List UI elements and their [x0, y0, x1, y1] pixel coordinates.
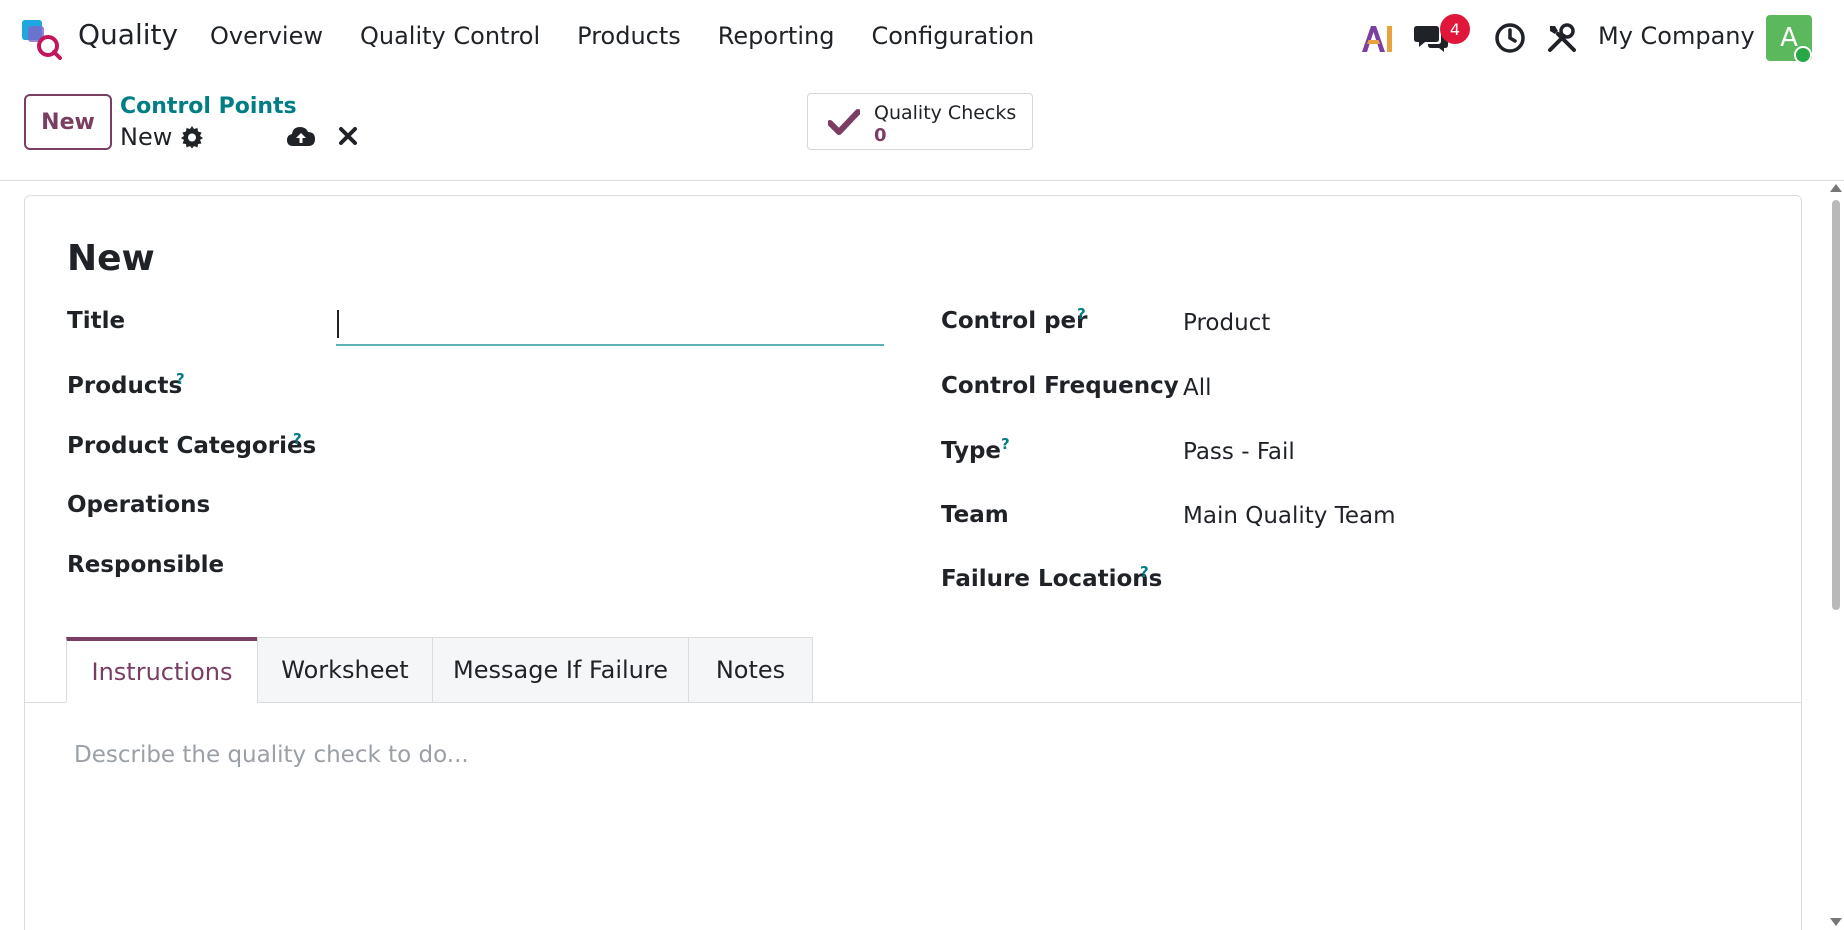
failure-locations-help-icon[interactable]: ?: [1140, 563, 1149, 581]
scroll-down-arrow-icon[interactable]: [1830, 918, 1842, 926]
ai-icon[interactable]: [1360, 22, 1394, 54]
operations-label: Operations: [67, 492, 211, 518]
title-input[interactable]: [336, 306, 884, 346]
cloud-upload-icon[interactable]: [286, 124, 316, 148]
menu-overview[interactable]: Overview: [210, 22, 323, 50]
responsible-label: Responsible: [67, 552, 225, 578]
tab-worksheet[interactable]: Worksheet: [257, 637, 433, 703]
menu-quality-control[interactable]: Quality Control: [360, 22, 540, 50]
menu-configuration[interactable]: Configuration: [871, 22, 1034, 50]
smart-button-value: 0: [874, 125, 887, 146]
control-frequency-select[interactable]: All: [1183, 375, 1212, 401]
new-button[interactable]: New: [24, 94, 112, 150]
smart-button-label: Quality Checks: [874, 102, 1017, 124]
team-select[interactable]: Main Quality Team: [1183, 503, 1396, 529]
products-label: Products: [67, 373, 183, 399]
scrollbar-thumb[interactable]: [1832, 200, 1840, 610]
text-cursor: [337, 310, 339, 338]
type-help-icon[interactable]: ?: [1001, 435, 1010, 453]
record-title: New: [67, 238, 155, 279]
close-icon[interactable]: [336, 124, 360, 148]
scroll-up-arrow-icon[interactable]: [1830, 184, 1842, 192]
control-per-select[interactable]: Product: [1183, 310, 1270, 336]
type-select[interactable]: Pass - Fail: [1183, 439, 1295, 465]
online-status-dot: [1794, 46, 1812, 64]
tools-icon[interactable]: [1546, 22, 1578, 54]
company-switcher[interactable]: My Company: [1598, 22, 1755, 50]
tab-instructions[interactable]: Instructions: [66, 637, 258, 703]
product-categories-help-icon[interactable]: ?: [293, 430, 302, 448]
main-menu: Overview Quality Control Products Report…: [210, 22, 1071, 50]
clock-icon[interactable]: [1494, 22, 1526, 54]
app-logo-icon[interactable]: [22, 20, 62, 60]
quality-checks-smart-button[interactable]: Quality Checks 0: [807, 93, 1033, 150]
app-name[interactable]: Quality: [78, 18, 178, 51]
menu-products[interactable]: Products: [577, 22, 681, 50]
top-navbar: Quality Overview Quality Control Product…: [0, 0, 1844, 78]
type-label: Type: [941, 438, 1002, 464]
control-per-help-icon[interactable]: ?: [1077, 305, 1086, 323]
products-help-icon[interactable]: ?: [176, 370, 185, 388]
checkmark-icon: [828, 109, 860, 135]
product-categories-label: Product Categories: [67, 433, 317, 459]
menu-reporting[interactable]: Reporting: [718, 22, 835, 50]
breadcrumb-control-points[interactable]: Control Points: [120, 94, 297, 119]
breadcrumb-current: New: [120, 123, 173, 151]
instructions-editor[interactable]: Describe the quality check to do...: [74, 742, 469, 768]
title-label: Title: [67, 308, 126, 334]
team-label: Team: [941, 502, 1009, 528]
chat-badge: 4: [1440, 14, 1470, 44]
tab-notes[interactable]: Notes: [688, 637, 813, 703]
failure-locations-label: Failure Locations: [941, 566, 1163, 592]
tab-message-if-failure[interactable]: Message If Failure: [432, 637, 689, 703]
control-panel-divider: [0, 180, 1844, 181]
gear-icon[interactable]: [180, 125, 204, 149]
control-frequency-label: Control Frequency: [941, 373, 1179, 399]
form-sheet: [24, 195, 1802, 930]
control-per-label: Control per: [941, 308, 1088, 334]
